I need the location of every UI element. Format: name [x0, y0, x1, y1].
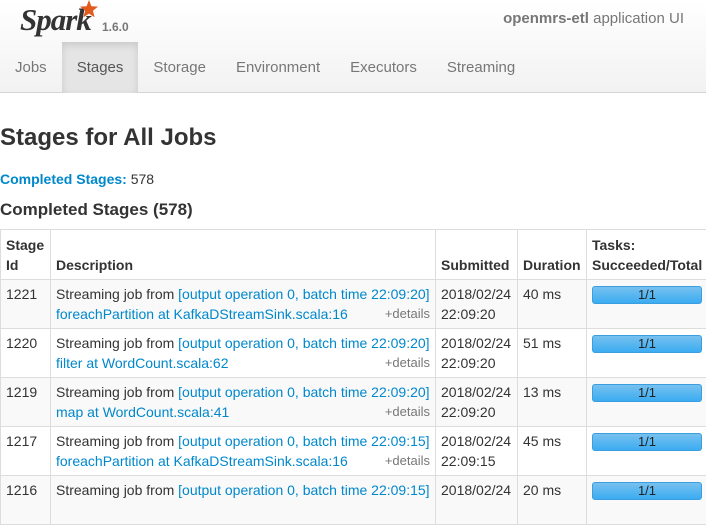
- completed-stages-table: Stage Id Description Submitted Duration …: [0, 229, 706, 525]
- submitted-date: 2018/02/24: [441, 286, 511, 302]
- operation-link[interactable]: foreachPartition at KafkaDStreamSink.sca…: [56, 453, 348, 469]
- completed-stages-heading: Completed Stages (578): [0, 199, 193, 221]
- tab-executors[interactable]: Executors: [335, 42, 432, 93]
- tab-environment[interactable]: Environment: [221, 42, 335, 93]
- tasks-progress-bar: 1/1: [592, 482, 702, 500]
- app-suffix: application UI: [589, 10, 684, 27]
- duration-cell: 40 ms: [518, 280, 587, 329]
- spark-logo[interactable]: Spark 1.6.0: [18, 0, 138, 40]
- operation-link[interactable]: filter at WordCount.scala:62: [56, 355, 229, 371]
- submitted-time: 22:09:20: [441, 355, 496, 371]
- navbar: Spark 1.6.0 openmrs-etl application UI J…: [0, 0, 706, 93]
- app-title: openmrs-etl application UI: [503, 10, 684, 27]
- submitted-time: 22:09:20: [441, 306, 496, 322]
- tasks-cell: 1/1: [587, 280, 706, 329]
- table-row: 1216 Streaming job from [output operatio…: [1, 476, 706, 525]
- description-prefix: Streaming job from: [56, 335, 178, 351]
- description-prefix: Streaming job from: [56, 482, 178, 498]
- batch-link[interactable]: [output operation 0, batch time 22:09:15…: [178, 482, 429, 498]
- details-toggle[interactable]: +details: [385, 353, 430, 373]
- details-toggle[interactable]: +details: [385, 304, 430, 324]
- tasks-progress-bar: 1/1: [592, 286, 702, 304]
- batch-link[interactable]: [output operation 0, batch time 22:09:20…: [178, 335, 429, 351]
- tasks-progress-bar: 1/1: [592, 335, 702, 353]
- submitted-time: 22:09:20: [441, 404, 496, 420]
- tasks-cell: 1/1: [587, 378, 706, 427]
- description-prefix: Streaming job from: [56, 286, 178, 302]
- stage-id-cell: 1216: [1, 476, 51, 525]
- app-name: openmrs-etl: [503, 10, 589, 27]
- batch-link[interactable]: [output operation 0, batch time 22:09:20…: [178, 384, 429, 400]
- operation-link[interactable]: map at WordCount.scala:41: [56, 404, 229, 420]
- submitted-cell: 2018/02/24 22:09:20: [436, 378, 518, 427]
- submitted-cell: 2018/02/24: [436, 476, 518, 525]
- nav-tabs: Jobs Stages Storage Environment Executor…: [0, 42, 530, 93]
- stage-id-cell: 1221: [1, 280, 51, 329]
- star-icon: [79, 0, 99, 19]
- duration-cell: 20 ms: [518, 476, 587, 525]
- stage-id-cell: 1220: [1, 329, 51, 378]
- submitted-cell: 2018/02/24 22:09:20: [436, 329, 518, 378]
- description-prefix: Streaming job from: [56, 433, 178, 449]
- tasks-cell: 1/1: [587, 476, 706, 525]
- table-row: 1219 Streaming job from [output operatio…: [1, 378, 706, 427]
- stage-summary: Completed Stages: 578: [0, 171, 154, 187]
- submitted-date: 2018/02/24: [441, 482, 511, 498]
- operation-link[interactable]: foreachPartition at KafkaDStreamSink.sca…: [56, 306, 348, 322]
- tasks-progress-bar: 1/1: [592, 384, 702, 402]
- tasks-cell: 1/1: [587, 427, 706, 476]
- description-cell: Streaming job from [output operation 0, …: [51, 427, 436, 476]
- tasks-progress-bar: 1/1: [592, 433, 702, 451]
- details-toggle[interactable]: +details: [385, 402, 430, 422]
- details-toggle[interactable]: +details: [385, 451, 430, 471]
- description-cell: Streaming job from [output operation 0, …: [51, 378, 436, 427]
- description-cell: Streaming job from [output operation 0, …: [51, 476, 436, 525]
- description-prefix: Streaming job from: [56, 384, 178, 400]
- header-description[interactable]: Description: [51, 230, 436, 280]
- brand-version: 1.6.0: [102, 20, 129, 34]
- duration-cell: 45 ms: [518, 427, 587, 476]
- header-stage-id[interactable]: Stage Id: [1, 230, 51, 280]
- tab-storage[interactable]: Storage: [138, 42, 221, 93]
- duration-cell: 13 ms: [518, 378, 587, 427]
- submitted-date: 2018/02/24: [441, 433, 511, 449]
- stage-id-cell: 1219: [1, 378, 51, 427]
- table-row: 1221 Streaming job from [output operatio…: [1, 280, 706, 329]
- description-cell: Streaming job from [output operation 0, …: [51, 329, 436, 378]
- batch-link[interactable]: [output operation 0, batch time 22:09:20…: [178, 286, 429, 302]
- table-row: 1220 Streaming job from [output operatio…: [1, 329, 706, 378]
- description-cell: Streaming job from [output operation 0, …: [51, 280, 436, 329]
- submitted-date: 2018/02/24: [441, 335, 511, 351]
- batch-link[interactable]: [output operation 0, batch time 22:09:15…: [178, 433, 429, 449]
- table-row: 1217 Streaming job from [output operatio…: [1, 427, 706, 476]
- submitted-date: 2018/02/24: [441, 384, 511, 400]
- submitted-cell: 2018/02/24 22:09:20: [436, 280, 518, 329]
- tab-streaming[interactable]: Streaming: [432, 42, 530, 93]
- completed-stages-count: 578: [131, 171, 154, 187]
- stage-id-cell: 1217: [1, 427, 51, 476]
- header-tasks[interactable]: Tasks: Succeeded/Total: [587, 230, 706, 280]
- submitted-time: 22:09:15: [441, 453, 496, 469]
- page-title: Stages for All Jobs: [0, 121, 217, 155]
- header-submitted[interactable]: Submitted: [436, 230, 518, 280]
- submitted-cell: 2018/02/24 22:09:15: [436, 427, 518, 476]
- header-duration[interactable]: Duration: [518, 230, 587, 280]
- tab-jobs[interactable]: Jobs: [0, 42, 62, 93]
- table-header-row: Stage Id Description Submitted Duration …: [1, 230, 706, 280]
- duration-cell: 51 ms: [518, 329, 587, 378]
- tasks-cell: 1/1: [587, 329, 706, 378]
- completed-stages-link[interactable]: Completed Stages:: [0, 171, 127, 187]
- tab-stages[interactable]: Stages: [62, 42, 139, 93]
